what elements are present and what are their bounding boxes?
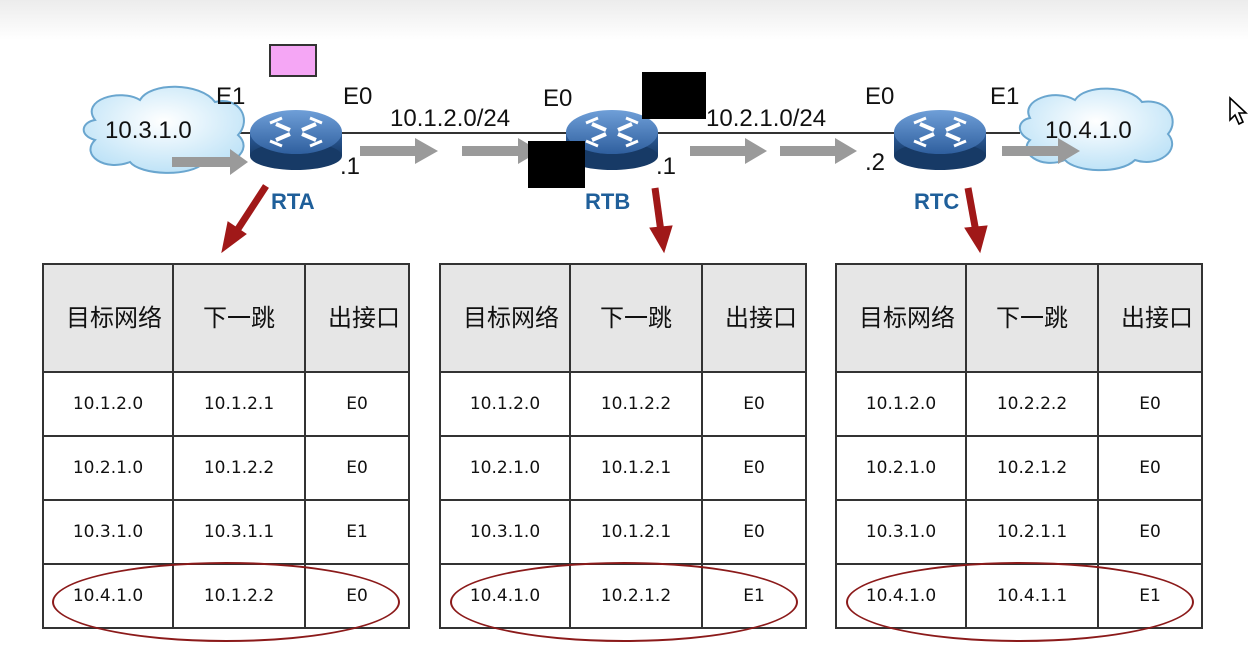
cell: E0 — [701, 435, 807, 501]
table-row: 10.4.1.0 10.2.1.2 E1 — [439, 563, 807, 629]
cell: 10.1.2.2 — [172, 563, 306, 629]
link-bc-label: 10.2.1.0/24 — [706, 105, 826, 132]
cell: E0 — [1097, 499, 1203, 565]
table-row: 10.1.2.0 10.1.2.2 E0 — [439, 371, 807, 437]
cell: 10.2.1.0 — [439, 435, 571, 501]
cell: E1 — [1097, 563, 1203, 629]
cell: 10.2.1.2 — [965, 435, 1099, 501]
cell: 10.3.1.0 — [439, 499, 571, 565]
cell: 10.3.1.1 — [172, 499, 306, 565]
redaction-box — [528, 141, 585, 188]
link-ab-label: 10.1.2.0/24 — [390, 105, 510, 132]
rtc-e0-label: E0 — [865, 83, 894, 110]
redaction-box — [642, 72, 706, 119]
router-icon — [894, 110, 986, 170]
table-row: 10.2.1.0 10.2.1.2 E0 — [835, 435, 1203, 501]
table-row: 10.3.1.0 10.2.1.1 E0 — [835, 499, 1203, 565]
left-network-label: 10.3.1.0 — [105, 117, 192, 144]
cell: E0 — [1097, 371, 1203, 437]
header-interface: 出接口 — [701, 263, 807, 373]
cell: 10.4.1.1 — [965, 563, 1099, 629]
header-destination: 目标网络 — [42, 263, 174, 373]
routing-table-rta: 目标网络 下一跳 出接口 10.1.2.0 10.1.2.1 E0 10.2.1… — [42, 263, 410, 629]
routing-table-rtc: 目标网络 下一跳 出接口 10.1.2.0 10.2.2.2 E0 10.2.1… — [835, 263, 1203, 629]
cell: E0 — [1097, 435, 1203, 501]
cell: E1 — [304, 499, 410, 565]
header-destination: 目标网络 — [439, 263, 571, 373]
header-next-hop: 下一跳 — [569, 263, 703, 373]
cell: 10.1.2.2 — [172, 435, 306, 501]
table-row: 10.2.1.0 10.1.2.2 E0 — [42, 435, 410, 501]
cell: 10.1.2.1 — [569, 435, 703, 501]
router-icon — [250, 110, 342, 170]
table-row: 10.3.1.0 10.3.1.1 E1 — [42, 499, 410, 565]
cursor-icon — [1229, 96, 1248, 126]
cell: E0 — [701, 371, 807, 437]
cell: E0 — [304, 371, 410, 437]
table-row: 10.2.1.0 10.1.2.1 E0 — [439, 435, 807, 501]
header-interface: 出接口 — [1097, 263, 1203, 373]
rtb-e0-label: E0 — [543, 85, 572, 112]
cell: 10.1.2.0 — [835, 371, 967, 437]
cell: 10.2.1.0 — [835, 435, 967, 501]
table-row: 10.3.1.0 10.1.2.1 E0 — [439, 499, 807, 565]
rta-e0-label: E0 — [343, 83, 372, 110]
marker-box — [269, 44, 317, 77]
cell: 10.1.2.0 — [439, 371, 571, 437]
rta-e1-label: E1 — [216, 83, 245, 110]
cell: 10.1.2.1 — [569, 499, 703, 565]
router-name-rtb: RTB — [585, 189, 630, 214]
rta-address: .1 — [340, 153, 360, 180]
rtc-e1-label: E1 — [990, 83, 1019, 110]
table-row: 10.1.2.0 10.1.2.1 E0 — [42, 371, 410, 437]
cell: 10.4.1.0 — [835, 563, 967, 629]
router-name-rta: RTA — [271, 189, 315, 214]
cell: 10.1.2.1 — [172, 371, 306, 437]
cell: 10.1.2.2 — [569, 371, 703, 437]
cell: 10.4.1.0 — [42, 563, 174, 629]
cell: E0 — [701, 499, 807, 565]
table-row: 10.4.1.0 10.1.2.2 E0 — [42, 563, 410, 629]
header-destination: 目标网络 — [835, 263, 967, 373]
table-row: 10.4.1.0 10.4.1.1 E1 — [835, 563, 1203, 629]
cell: E0 — [304, 563, 410, 629]
cell: 10.2.1.1 — [965, 499, 1099, 565]
header-next-hop: 下一跳 — [965, 263, 1099, 373]
cell: 10.3.1.0 — [42, 499, 174, 565]
table-row: 10.1.2.0 10.2.2.2 E0 — [835, 371, 1203, 437]
cell: 10.4.1.0 — [439, 563, 571, 629]
rtb-address: .1 — [656, 153, 676, 180]
cell: 10.3.1.0 — [835, 499, 967, 565]
rtc-address: .2 — [865, 149, 885, 176]
cell: E1 — [701, 563, 807, 629]
cell: 10.2.1.2 — [569, 563, 703, 629]
cell: E0 — [304, 435, 410, 501]
cell: 10.2.1.0 — [42, 435, 174, 501]
router-name-rtc: RTC — [914, 189, 959, 214]
header-interface: 出接口 — [304, 263, 410, 373]
routing-table-rtb: 目标网络 下一跳 出接口 10.1.2.0 10.1.2.2 E0 10.2.1… — [439, 263, 807, 629]
cell: 10.1.2.0 — [42, 371, 174, 437]
cell: 10.2.2.2 — [965, 371, 1099, 437]
header-next-hop: 下一跳 — [172, 263, 306, 373]
